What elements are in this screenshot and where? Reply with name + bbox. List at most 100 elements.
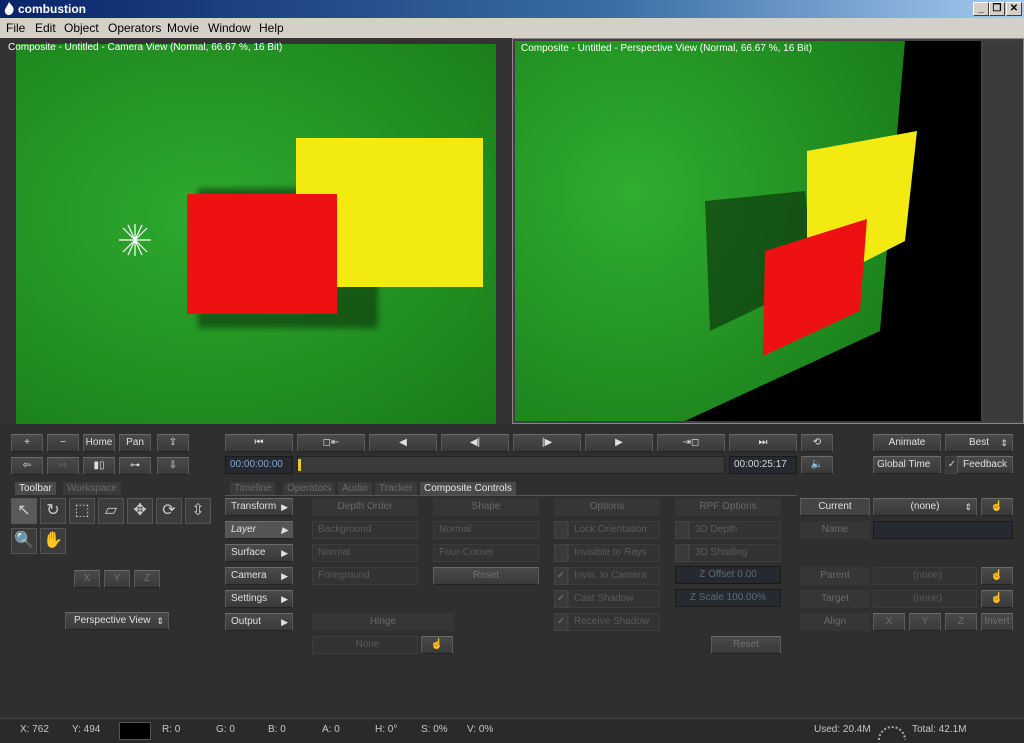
shape-four-corner[interactable]: Four-Corner — [433, 544, 539, 562]
red-layer[interactable] — [187, 194, 337, 314]
current-pick-hand-icon[interactable]: ☝ — [981, 498, 1013, 516]
tab-workspace[interactable]: Workspace — [63, 482, 121, 495]
camera-viewport[interactable]: Composite - Untitled - Camera View (Norm… — [0, 38, 512, 424]
category-layer[interactable]: Layer ▶ — [225, 521, 293, 539]
category-camera[interactable]: Camera ▶ — [225, 567, 293, 585]
home-button[interactable]: Home — [83, 434, 115, 452]
step-forward-icon[interactable]: |▶ — [513, 434, 581, 452]
3d-depth-checkbox[interactable] — [675, 521, 689, 539]
tab-timeline[interactable]: Timeline — [230, 482, 276, 495]
menu-operators[interactable]: Operators — [108, 18, 161, 38]
axis-y-button[interactable]: Y — [104, 570, 130, 588]
quality-select[interactable]: Best ⇕ — [945, 434, 1013, 452]
invisible-to-rays-checkbox[interactable] — [554, 544, 568, 562]
tab-tracker[interactable]: Tracker — [375, 482, 417, 495]
dolly-icon[interactable]: ⇳ — [185, 498, 211, 524]
zoom-icon[interactable]: 🔍 — [11, 528, 37, 554]
rpf-reset-button[interactable]: Reset — [711, 636, 781, 654]
3d-shading-label[interactable]: 3D Shading — [689, 544, 781, 562]
light-icon[interactable] — [117, 222, 153, 258]
perspective-viewport[interactable]: Composite - Untitled - Perspective View … — [512, 38, 1024, 424]
close-button[interactable]: ✕ — [1006, 2, 1022, 16]
schematic-icon[interactable]: ⊶ — [119, 457, 151, 475]
parent-select[interactable]: (none) — [873, 567, 977, 585]
mark-in-icon[interactable]: ◻⇤ — [297, 434, 365, 452]
go-to-end-icon[interactable]: ⏭ — [729, 434, 797, 452]
category-transform[interactable]: Transform ▶ — [225, 498, 293, 516]
zoom-out-button[interactable]: − — [47, 434, 79, 452]
3d-shading-checkbox[interactable] — [675, 544, 689, 562]
z-offset-field[interactable]: Z Offset 0.00 — [675, 566, 781, 584]
menu-object[interactable]: Object — [64, 18, 99, 38]
go-to-start-icon[interactable]: ⏮ — [225, 434, 293, 452]
invisible-to-rays-label[interactable]: Invisible to Rays — [568, 544, 660, 562]
menu-help[interactable]: Help — [259, 18, 284, 38]
cast-shadow-checkbox[interactable]: ✓ — [554, 590, 568, 608]
depth-foreground[interactable]: Foreground — [312, 567, 418, 585]
lock-orientation-checkbox[interactable] — [554, 521, 568, 539]
lock-orientation-label[interactable]: Lock Orientation — [568, 521, 660, 539]
3d-depth-label[interactable]: 3D Depth — [689, 521, 781, 539]
axis-x-button[interactable]: X — [74, 570, 100, 588]
rotate-icon[interactable]: ↻ — [40, 498, 66, 524]
tab-toolbar[interactable]: Toolbar — [15, 482, 56, 495]
play-icon[interactable]: ▶ — [585, 434, 653, 452]
restore-button[interactable]: ❐ — [989, 2, 1005, 16]
menu-window[interactable]: Window — [208, 18, 251, 38]
align-y-button[interactable]: Y — [909, 613, 941, 631]
view-select[interactable]: Perspective View ⇕ — [65, 612, 169, 630]
layout-stepper-icon[interactable]: ▮▯ — [83, 457, 115, 475]
menu-edit[interactable]: Edit — [35, 18, 56, 38]
tab-composite-controls[interactable]: Composite Controls — [420, 482, 516, 495]
step-back-icon[interactable]: ◀| — [441, 434, 509, 452]
tab-operators[interactable]: Operators — [283, 482, 336, 495]
feedback-button[interactable]: Feedback — [957, 456, 1013, 474]
align-z-button[interactable]: Z — [945, 613, 977, 631]
hinge-pick-hand-icon[interactable]: ☝ — [421, 636, 453, 654]
time-slider[interactable] — [297, 456, 725, 474]
axis-z-button[interactable]: Z — [134, 570, 160, 588]
parent-pick-hand-icon[interactable]: ☝ — [981, 567, 1013, 585]
z-scale-field[interactable]: Z Scale 100.00% — [675, 589, 781, 607]
play-reverse-icon[interactable]: ◀ — [369, 434, 437, 452]
mark-out-icon[interactable]: ⇥◻ — [657, 434, 725, 452]
hand-icon[interactable]: ✋ — [40, 528, 66, 554]
end-time-field[interactable]: 00:00:25:17 — [729, 456, 797, 474]
current-select[interactable]: (none) ⇕ — [873, 498, 977, 516]
depth-normal[interactable]: Normal — [312, 544, 418, 562]
category-settings[interactable]: Settings ▶ — [225, 590, 293, 608]
invis-to-camera-checkbox[interactable]: ✓ — [554, 567, 568, 585]
receive-shadow-checkbox[interactable]: ✓ — [554, 613, 568, 631]
skew-icon[interactable]: ▱ — [98, 498, 124, 524]
select-arrow-icon[interactable]: ↖ — [11, 498, 37, 524]
viewport-scroll-area[interactable] — [983, 41, 1023, 421]
zoom-in-button[interactable]: + — [11, 434, 43, 452]
cast-shadow-label[interactable]: Cast Shadow — [568, 590, 660, 608]
download-icon[interactable]: ⇩ — [157, 457, 189, 475]
playhead[interactable] — [298, 459, 301, 471]
receive-shadow-label[interactable]: Receive Shadow — [568, 613, 660, 631]
animate-button[interactable]: Animate — [873, 434, 941, 452]
upload-icon[interactable]: ⇪ — [157, 434, 189, 452]
menu-file[interactable]: File — [6, 18, 25, 38]
global-time-select[interactable]: Global Time — [873, 456, 941, 474]
shape-reset-button[interactable]: Reset — [433, 567, 539, 585]
scale-icon[interactable]: ⬚ — [69, 498, 95, 524]
target-pick-hand-icon[interactable]: ☝ — [981, 590, 1013, 608]
category-surface[interactable]: Surface ▶ — [225, 544, 293, 562]
move-icon[interactable]: ✥ — [127, 498, 153, 524]
back-arrow-icon[interactable]: ⇦ — [11, 457, 43, 475]
depth-background[interactable]: Background — [312, 521, 418, 539]
menu-movie[interactable]: Movie — [167, 18, 199, 38]
hinge-select[interactable]: None — [312, 636, 418, 654]
target-select[interactable]: (none) — [873, 590, 977, 608]
invert-button[interactable]: Invert — [981, 613, 1013, 631]
tab-audio[interactable]: Audio — [338, 482, 372, 495]
forward-arrow-icon[interactable]: ⇨ — [47, 457, 79, 475]
shape-normal[interactable]: Normal — [433, 521, 539, 539]
minimize-button[interactable]: _ — [973, 2, 989, 16]
pan-button[interactable]: Pan — [119, 434, 151, 452]
loop-icon[interactable]: ⟲ — [801, 434, 833, 452]
audio-icon[interactable]: 🔈 — [801, 456, 833, 474]
orbit-icon[interactable]: ⟳ — [156, 498, 182, 524]
